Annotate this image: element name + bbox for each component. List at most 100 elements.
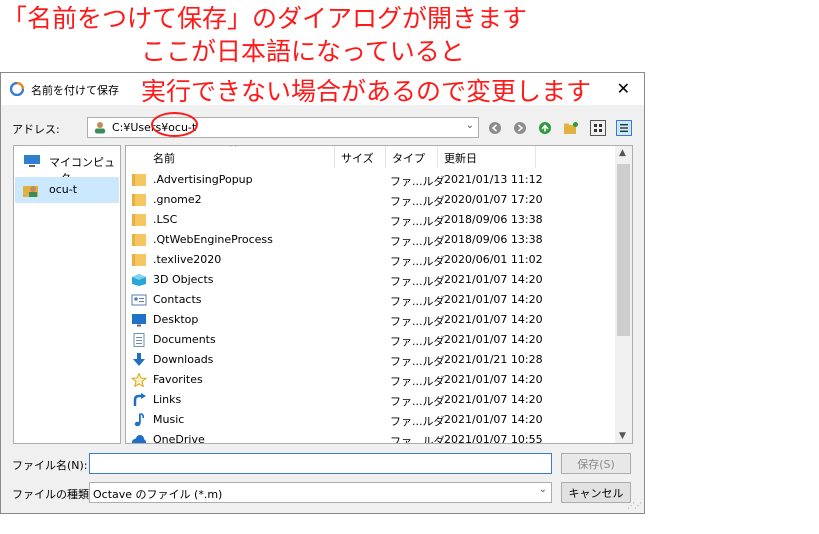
file-type: ファ...ルダ xyxy=(390,375,445,388)
file-type: ファ...ルダ xyxy=(390,255,445,268)
folder-icon xyxy=(132,254,146,266)
sidebar-item-ocu-t[interactable]: ocu-t xyxy=(15,177,119,203)
list-view-icon xyxy=(620,124,628,132)
save-as-dialog: 名前を付けて保存 ✕ アドレス: C:¥Users¥ocu-t ⌄ マイコンピュ… xyxy=(0,72,645,514)
column-divider[interactable] xyxy=(437,146,438,168)
list-item[interactable]: Contacts ファ...ルダ 2021/01/07 14:20 xyxy=(126,290,616,310)
forward-button[interactable] xyxy=(512,120,528,136)
file-type: ファ...ルダ xyxy=(390,235,445,248)
list-item[interactable]: .texlive2020 ファ...ルダ 2020/06/01 11:02 xyxy=(126,250,616,270)
grid-view-icon xyxy=(594,124,602,132)
filename-field[interactable] xyxy=(89,453,552,474)
save-button[interactable]: 保存(S) xyxy=(561,453,631,474)
up-folder-button[interactable] xyxy=(537,120,553,136)
file-name: .texlive2020 xyxy=(153,253,222,266)
close-icon[interactable]: ✕ xyxy=(617,79,630,98)
annotation-line-2: ここが日本語になっていると xyxy=(141,37,465,66)
computer-icon xyxy=(24,155,40,167)
new-folder-icon xyxy=(564,122,578,134)
resize-grip[interactable]: ⋰⋰ xyxy=(627,501,642,510)
column-divider[interactable] xyxy=(535,146,536,168)
file-type: ファ...ルダ xyxy=(390,415,445,428)
file-date: 2021/01/07 14:20 xyxy=(444,293,543,306)
list-item[interactable]: .AdvertisingPopup ファ...ルダ 2021/01/13 11:… xyxy=(126,170,616,190)
up-arrow-icon xyxy=(539,122,551,134)
file-date: 2021/01/07 14:20 xyxy=(444,373,543,386)
list-item[interactable]: OneDrive ファ...ルダ 2021/01/07 10:55 xyxy=(126,430,616,444)
list-item[interactable]: 3D Objects ファ...ルダ 2021/01/07 14:20 xyxy=(126,270,616,290)
chevron-down-icon[interactable]: ⌄ xyxy=(539,484,547,495)
list-item[interactable]: Music ファ...ルダ 2021/01/07 14:20 xyxy=(126,410,616,430)
file-name: Links xyxy=(153,393,182,406)
view-details-button[interactable] xyxy=(616,120,632,136)
file-list: 名前 ^ サイズ タイプ 更新日 .AdvertisingPopup ファ...… xyxy=(125,145,633,444)
list-item[interactable]: Links ファ...ルダ 2021/01/07 14:20 xyxy=(126,390,616,410)
file-date: 2021/01/07 14:20 xyxy=(444,273,543,286)
list-item[interactable]: .QtWebEngineProcess ファ...ルダ 2018/09/06 1… xyxy=(126,230,616,250)
file-date: 2021/01/07 14:20 xyxy=(444,413,543,426)
file-date: 2021/01/07 14:20 xyxy=(444,313,543,326)
places-sidebar: マイコンピュータ ocu-t xyxy=(13,145,121,444)
column-header-date[interactable]: 更新日 xyxy=(444,150,477,166)
view-icons-button[interactable] xyxy=(590,120,606,136)
highlight-ring xyxy=(151,112,198,137)
file-date: 2021/01/07 10:55 xyxy=(444,433,543,444)
documents-icon xyxy=(133,333,145,347)
new-folder-button[interactable] xyxy=(563,120,579,136)
app-icon xyxy=(10,82,24,96)
back-arrow-icon xyxy=(489,122,501,134)
address-bar[interactable]: C:¥Users¥ocu-t ⌄ xyxy=(87,117,479,138)
file-type: ファ...ルダ xyxy=(390,315,445,328)
dialog-title: 名前を付けて保存 xyxy=(31,84,119,97)
list-item[interactable]: Documents ファ...ルダ 2021/01/07 14:20 xyxy=(126,330,616,350)
column-header-name[interactable]: 名前 xyxy=(153,150,175,166)
3d-objects-icon xyxy=(132,274,146,286)
chevron-down-icon[interactable]: ⌄ xyxy=(466,120,474,131)
column-header-row: 名前 ^ サイズ タイプ 更新日 xyxy=(126,146,616,168)
scrollbar-thumb[interactable] xyxy=(617,164,630,336)
file-date: 2020/01/07 17:20 xyxy=(444,193,543,206)
list-item[interactable]: Downloads ファ...ルダ 2021/01/21 10:28 xyxy=(126,350,616,370)
file-name: .QtWebEngineProcess xyxy=(153,233,273,246)
file-name: Desktop xyxy=(153,313,199,326)
vertical-scrollbar[interactable]: ▲ ▼ xyxy=(615,146,632,443)
scroll-up-icon[interactable]: ▲ xyxy=(619,148,626,158)
file-date: 2021/01/07 14:20 xyxy=(444,333,543,346)
filename-label: ファイル名(N): xyxy=(12,459,88,472)
column-divider[interactable] xyxy=(385,146,386,168)
file-name: .AdvertisingPopup xyxy=(153,173,253,186)
column-header-type[interactable]: タイプ xyxy=(392,150,425,166)
file-type: ファ...ルダ xyxy=(390,175,445,188)
list-item[interactable]: .LSC ファ...ルダ 2018/09/06 13:38 xyxy=(126,210,616,230)
file-name: Favorites xyxy=(153,373,203,386)
desktop-icon xyxy=(132,314,146,327)
file-type: ファ...ルダ xyxy=(390,215,445,228)
file-type: ファ...ルダ xyxy=(390,275,445,288)
list-item[interactable]: Desktop ファ...ルダ 2021/01/07 14:20 xyxy=(126,310,616,330)
file-date: 2021/01/07 14:20 xyxy=(444,393,543,406)
sidebar-item-my-computer[interactable]: マイコンピュータ xyxy=(15,148,119,185)
music-icon xyxy=(134,413,145,427)
column-header-size[interactable]: サイズ xyxy=(341,150,374,166)
column-divider[interactable] xyxy=(334,146,335,168)
file-type: ファ...ルダ xyxy=(390,435,445,444)
file-type: ファ...ルダ xyxy=(390,355,445,368)
forward-arrow-icon xyxy=(514,122,526,134)
file-type: ファ...ルダ xyxy=(390,295,445,308)
annotation-line-1: 「名前をつけて保存」のダイアログが開きます xyxy=(2,4,528,33)
annotation-line-3: 実行できない場合があるので変更します xyxy=(141,77,592,106)
file-name: Contacts xyxy=(153,293,202,306)
downloads-icon xyxy=(133,353,145,366)
user-icon xyxy=(95,122,105,134)
scroll-down-icon[interactable]: ▼ xyxy=(619,431,626,441)
folder-icon xyxy=(132,214,146,226)
filetype-value: Octave のファイル (*.m) xyxy=(93,488,223,501)
folder-icon xyxy=(132,234,146,246)
filetype-select[interactable]: Octave のファイル (*.m) ⌄ xyxy=(89,482,552,503)
cancel-button[interactable]: キャンセル xyxy=(561,482,631,503)
list-item[interactable]: .gnome2 ファ...ルダ 2020/01/07 17:20 xyxy=(126,190,616,210)
list-item[interactable]: Favorites ファ...ルダ 2021/01/07 14:20 xyxy=(126,370,616,390)
user-folder-icon xyxy=(23,186,38,197)
file-name: Music xyxy=(153,413,185,426)
back-button[interactable] xyxy=(487,120,503,136)
